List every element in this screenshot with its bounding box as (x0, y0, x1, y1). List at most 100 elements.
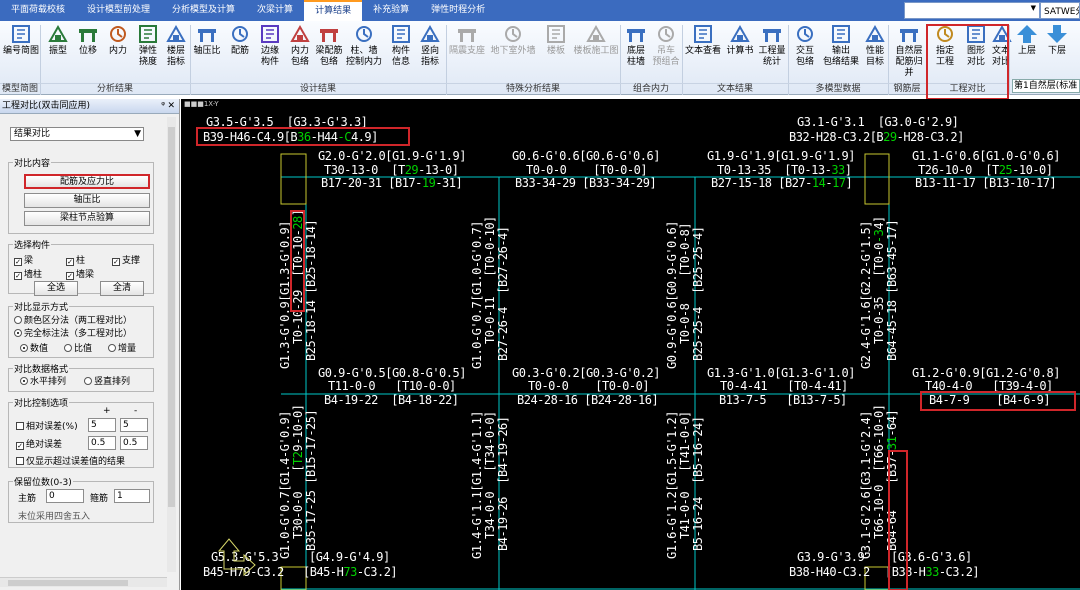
graphic-canvas[interactable]: ■■■1X-Y G3.5-G'3.5 [G3.3-G'3.3] B39-H46-C… (181, 99, 1080, 590)
up-floor-button[interactable]: 上层 (1014, 23, 1040, 57)
vertical-index-icon (420, 24, 440, 42)
result-compare-combo[interactable]: 结果对比 ▼ (10, 127, 144, 141)
reinforcement-button[interactable]: 配筋 (226, 23, 254, 57)
quantity-button[interactable]: 工程量 统计 (756, 23, 788, 68)
deflection-button[interactable]: 弹性 挠度 (134, 23, 162, 68)
checkbox-box[interactable]: ✓ (16, 442, 24, 450)
output-envelope-button[interactable]: 输出 包络结果 (822, 23, 860, 68)
clear-all-button[interactable]: 全清 (100, 281, 144, 296)
force-envelope-button[interactable]: 内力 包络 (286, 23, 314, 68)
checkbox-box[interactable] (16, 457, 24, 465)
checkbox-box[interactable] (16, 422, 24, 430)
format-radio-1[interactable]: 竖直排列 (84, 374, 130, 387)
radio-dot[interactable] (20, 344, 28, 352)
radio-dot[interactable] (14, 316, 22, 324)
error-input-plus[interactable]: 0.5 (88, 436, 116, 450)
edge-member-button[interactable]: 边缘 构件 (256, 23, 284, 68)
tab-2[interactable]: 分析模型及计算 (161, 0, 246, 21)
member-label: B64-64 [B37-31-64] (885, 410, 899, 551)
column-wall-button[interactable]: 柱、墙 控制内力 (344, 23, 384, 68)
member-checkbox-0[interactable]: ✓ 梁 (14, 253, 33, 266)
isolation-bearing-button[interactable]: 隔震支座 (448, 23, 486, 57)
beam-envelope-button[interactable]: 梁配筋 包络 (314, 23, 344, 68)
radio-dot[interactable] (84, 377, 92, 385)
stirrup-input[interactable]: 1 (114, 489, 150, 503)
label-segment: G3.1-G'3.1 [G3.0-G'2.9] (797, 115, 958, 129)
radio-dot[interactable] (14, 329, 22, 337)
panel-horizontal-scrollbar[interactable] (0, 577, 167, 587)
tab-3[interactable]: 次梁计算 (246, 0, 304, 21)
radio-dot[interactable] (64, 344, 72, 352)
member-checkbox-1[interactable]: ✓ 柱 (66, 253, 85, 266)
rebar-merge-button[interactable]: 自然层 配筋归并 (892, 23, 926, 79)
member-label: [B45-H73-C3.2] (303, 565, 397, 579)
reinforcement-stress-ratio-button[interactable]: 配筋及应力比 (24, 174, 150, 189)
calc-book-button[interactable]: 计算书 (724, 23, 756, 57)
label-segment: T2 (291, 451, 305, 465)
checkbox-box[interactable]: ✓ (14, 272, 22, 280)
mode-shape-button[interactable]: 振型 (44, 23, 72, 57)
floor-index-button[interactable]: 楼层 指标 (162, 23, 190, 68)
tab-0[interactable]: 平面荷载校核 (0, 0, 76, 21)
label-segment: B24-28-16 [B24-28-16] (517, 393, 658, 407)
ribbon-label: 包络 (795, 57, 814, 67)
label-segment: T41-0-0 [T41-0-0] (678, 411, 692, 539)
pin-icon[interactable]: ᵠ (161, 99, 165, 114)
member-info-button[interactable]: 构件 信息 (386, 23, 416, 68)
checkbox-box[interactable]: ✓ (14, 258, 22, 266)
radio-dot[interactable] (108, 344, 116, 352)
main-rebar-input[interactable]: 0 (46, 489, 84, 503)
only-over-checkbox[interactable]: 仅显示超过误差值的结果 (16, 454, 125, 467)
slab-drawing-button[interactable]: 楼板施工图 (570, 23, 622, 57)
structure-drawing[interactable]: G3.5-G'3.5 [G3.3-G'3.3]B39-H46-C4.9[B36-… (181, 99, 1080, 590)
error-checkbox-1[interactable]: ✓ 绝对误差 (16, 437, 62, 450)
member-checkbox-4[interactable]: ✓ 墙梁 (66, 267, 94, 280)
radio-dot[interactable] (20, 377, 28, 385)
basement-wall-button[interactable]: 地下室外墙 (486, 23, 540, 57)
checkbox-box[interactable]: ✓ (66, 272, 74, 280)
text-view-button[interactable]: 文本查看 (684, 23, 722, 57)
interactive-envelope-icon (797, 26, 813, 42)
axial-ratio-button[interactable]: 轴压比 (24, 193, 150, 208)
beam-column-joint-button[interactable]: 梁柱节点验算 (24, 211, 150, 226)
slab-button[interactable]: 楼板 (542, 23, 570, 57)
decimals-legend: 保留位数(0-3) (14, 478, 72, 488)
module-dropdown[interactable]: ▼ (904, 2, 1040, 19)
floor-select[interactable]: 第1自然层(标准 (1012, 79, 1080, 93)
interactive-envelope-button[interactable]: 交互 包络 (790, 23, 820, 68)
tab-4[interactable]: 计算结果 (304, 0, 363, 21)
performance-target-button[interactable]: 性能 目标 (860, 23, 890, 68)
panel-vertical-scrollbar[interactable] (167, 117, 176, 572)
bottom-column-button[interactable]: 底层 柱墙 (622, 23, 650, 68)
crane-button[interactable]: 吊车 预组合 (652, 23, 680, 68)
error-input-minus[interactable]: 0.5 (120, 436, 148, 450)
displacement-button[interactable]: 位移 (74, 23, 102, 57)
label-segment: G1.3-G'1.0[G1.3-G'1.0] (707, 366, 855, 380)
value-mode-radio-1[interactable]: 比值 (64, 341, 92, 354)
vertical-index-button[interactable]: 竖向 指标 (416, 23, 444, 68)
value-mode-radio-2[interactable]: 增量 (108, 341, 136, 354)
value-mode-radio-0[interactable]: 数值 (20, 341, 48, 354)
format-radio-0[interactable]: 水平排列 (20, 374, 66, 387)
close-icon[interactable]: ✕ (167, 99, 175, 114)
checkbox-box[interactable]: ✓ (112, 258, 120, 266)
axial-ratio-button[interactable]: 轴压比 (192, 23, 222, 57)
error-input-minus[interactable]: 5 (120, 418, 148, 432)
tab-5[interactable]: 补充验算 (362, 0, 420, 21)
error-checkbox-0[interactable]: 相对误差(%) (16, 419, 78, 432)
scroll-thumb[interactable] (168, 127, 175, 507)
display-mode-radio-1[interactable]: 完全标注法（多工程对比） (14, 326, 132, 339)
internal-force-button[interactable]: 内力 (104, 23, 132, 57)
tab-6[interactable]: 弹性时程分析 (420, 0, 496, 21)
scroll-thumb[interactable] (8, 580, 128, 586)
satwe-selector[interactable]: ▼ SATWE分 (904, 2, 1080, 19)
error-input-plus[interactable]: 5 (88, 418, 116, 432)
display-mode-radio-0[interactable]: 颜色区分法（两工程对比） (14, 313, 132, 326)
member-checkbox-2[interactable]: ✓ 支撑 (112, 253, 140, 266)
member-checkbox-3[interactable]: ✓ 墙柱 (14, 267, 42, 280)
select-all-button[interactable]: 全选 (34, 281, 78, 296)
down-floor-button[interactable]: 下层 (1044, 23, 1070, 57)
id-diagram-button[interactable]: 编号简图 (2, 23, 40, 57)
checkbox-box[interactable]: ✓ (66, 258, 74, 266)
tab-1[interactable]: 设计模型前处理 (76, 0, 161, 21)
